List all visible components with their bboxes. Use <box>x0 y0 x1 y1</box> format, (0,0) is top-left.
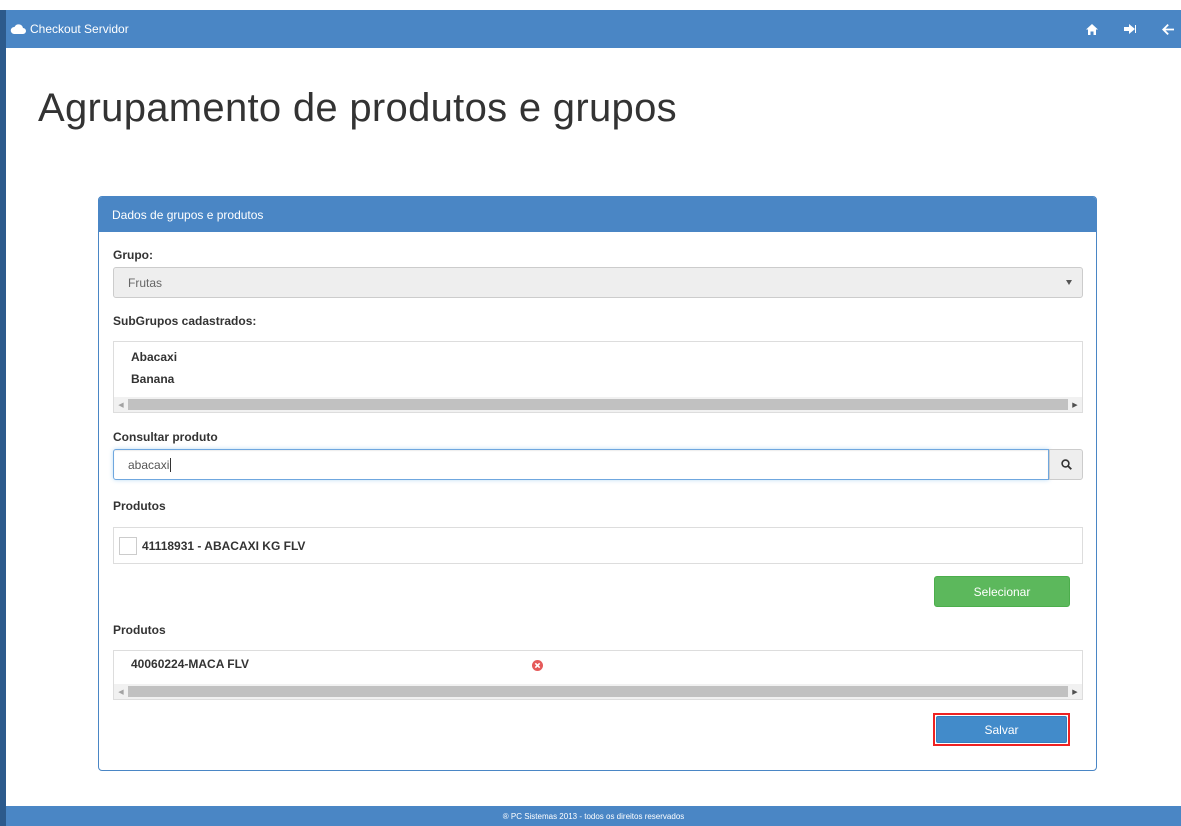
produtos-results-list: 41118931 - ABACAXI KG FLV <box>113 527 1083 564</box>
search-input[interactable]: abacaxi <box>113 449 1049 480</box>
list-item[interactable]: Banana <box>114 368 1082 390</box>
footer: ® PC Sistemas 2013 - todos os direitos r… <box>6 806 1181 826</box>
salvar-button[interactable]: Salvar <box>936 716 1067 743</box>
back-arrow-icon[interactable] <box>1161 22 1175 36</box>
text-cursor <box>170 457 172 472</box>
selecionar-button[interactable]: Selecionar <box>934 576 1070 607</box>
app-title: Checkout Servidor <box>30 22 129 36</box>
subgrupos-list[interactable]: Abacaxi Banana ◀ ▶ <box>113 341 1083 413</box>
page-title: Agrupamento de produtos e grupos <box>38 86 677 130</box>
scroll-right-icon[interactable]: ▶ <box>1068 397 1082 412</box>
grupo-select[interactable]: Frutas <box>113 267 1083 298</box>
produtos-selecionados-label: Produtos <box>113 623 166 637</box>
salvar-highlight: Salvar <box>933 713 1070 746</box>
scroll-left-icon[interactable]: ◀ <box>114 397 128 412</box>
product-checkbox[interactable] <box>119 536 137 555</box>
brand[interactable]: Checkout Servidor <box>6 22 129 36</box>
scrollbar-thumb[interactable] <box>128 399 1068 410</box>
top-navbar: Checkout Servidor <box>6 10 1181 48</box>
panel-heading: Dados de grupos e produtos <box>99 197 1096 232</box>
cloud-icon <box>10 24 26 34</box>
grupo-select-value: Frutas <box>128 275 163 290</box>
search-input-value: abacaxi <box>128 457 170 472</box>
nav-icons <box>1061 22 1181 36</box>
remove-item-icon[interactable] <box>532 660 543 671</box>
consultar-produto-label: Consultar produto <box>113 430 218 444</box>
list-item: 41118931 - ABACAXI KG FLV <box>142 538 306 553</box>
search-icon <box>1060 459 1072 470</box>
scroll-left-icon[interactable]: ◀ <box>114 684 128 699</box>
list-item: 40060224-MACA FLV <box>131 657 250 671</box>
scroll-right-icon[interactable]: ▶ <box>1068 684 1082 699</box>
horizontal-scrollbar[interactable]: ◀ ▶ <box>114 397 1082 412</box>
subgrupos-label: SubGrupos cadastrados: <box>113 314 257 328</box>
home-icon[interactable] <box>1085 22 1099 36</box>
grupo-label: Grupo: <box>113 248 153 262</box>
horizontal-scrollbar[interactable]: ◀ ▶ <box>114 684 1082 699</box>
selected-products-list[interactable]: 40060224-MACA FLV ◀ ▶ <box>113 650 1083 700</box>
groups-products-panel: Dados de grupos e produtos Grupo: Frutas… <box>98 196 1097 771</box>
chevron-down-icon <box>1066 280 1072 285</box>
list-item[interactable]: Abacaxi <box>114 346 1082 368</box>
sign-out-icon[interactable] <box>1123 22 1137 36</box>
produtos-label: Produtos <box>113 499 166 513</box>
scrollbar-thumb[interactable] <box>128 686 1068 697</box>
top-strip <box>0 0 1181 10</box>
search-button[interactable] <box>1049 449 1083 480</box>
